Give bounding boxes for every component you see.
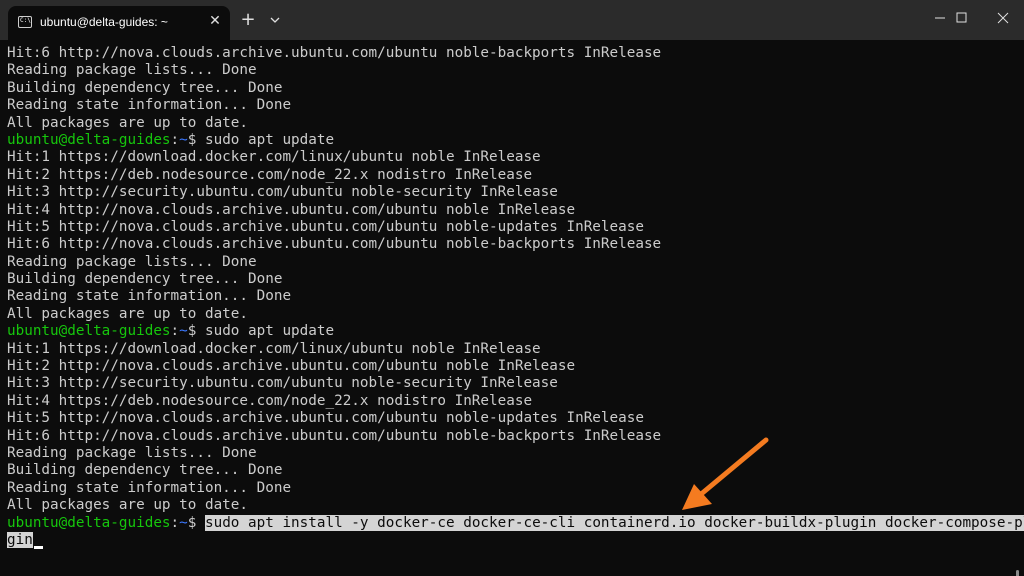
terminal-output[interactable]: Hit:6 http://nova.clouds.archive.ubuntu.…	[0, 40, 1024, 576]
output-line: Reading package lists... Done	[7, 444, 257, 461]
command-line: ubuntu@delta-guides:~$ sudo apt update	[7, 323, 1024, 340]
prompt-separator: :	[170, 131, 180, 148]
chevron-down-icon[interactable]	[266, 10, 284, 30]
output-line: Building dependency tree... Done	[7, 271, 283, 288]
tab-ubuntu[interactable]: C:\ ubuntu@delta-guides: ~ ✕	[8, 6, 230, 40]
terminal-window: C:\ ubuntu@delta-guides: ~ ✕ + Hit:6 htt…	[0, 0, 1024, 576]
output-line: Hit:1 https://download.docker.com/linux/…	[7, 340, 541, 357]
plus-icon[interactable]: +	[238, 10, 258, 30]
output-line: Reading state information... Done	[7, 288, 292, 305]
output-line: Hit:4 http://nova.clouds.archive.ubuntu.…	[7, 201, 576, 218]
output-line: Hit:5 http://nova.clouds.archive.ubuntu.…	[7, 410, 644, 427]
output-line: Hit:6 http://nova.clouds.archive.ubuntu.…	[7, 236, 662, 253]
prompt-symbol: $	[187, 514, 205, 531]
output-line: Building dependency tree... Done	[7, 79, 283, 96]
prompt-user-host: ubuntu@delta-guides	[7, 323, 171, 340]
maximize-icon[interactable]	[939, 0, 985, 36]
scrollbar[interactable]	[1016, 570, 1019, 576]
prompt-user-host: ubuntu@delta-guides	[7, 131, 171, 148]
output-line: All packages are up to date.	[7, 114, 249, 131]
output-line: Reading state information... Done	[7, 479, 292, 496]
output-line: Hit:5 http://nova.clouds.archive.ubuntu.…	[7, 218, 644, 235]
output-line: Hit:2 http://nova.clouds.archive.ubuntu.…	[7, 358, 576, 375]
prompt-user-host: ubuntu@delta-guides	[7, 514, 171, 531]
output-line: Hit:3 http://security.ubuntu.com/ubuntu …	[7, 375, 558, 392]
prompt-path: ~	[179, 131, 188, 148]
tab-title: ubuntu@delta-guides: ~	[40, 15, 168, 29]
current-command-continuation: gin	[7, 531, 1024, 550]
current-command-line: ubuntu@delta-guides:~$ sudo apt install …	[7, 514, 1024, 532]
output-line: All packages are up to date.	[7, 497, 249, 514]
output-line: All packages are up to date.	[7, 305, 249, 322]
selected-command-text-wrap[interactable]: gin	[7, 531, 33, 548]
output-line: Reading package lists... Done	[7, 62, 257, 79]
output-line: Hit:1 https://download.docker.com/linux/…	[7, 149, 541, 166]
output-line: Building dependency tree... Done	[7, 462, 283, 479]
output-line: Hit:6 http://nova.clouds.archive.ubuntu.…	[7, 427, 662, 444]
terminal-icon: C:\	[18, 16, 32, 28]
prompt-separator: :	[170, 323, 180, 340]
command-line: ubuntu@delta-guides:~$ sudo apt update	[7, 132, 1024, 149]
close-icon[interactable]	[980, 0, 1024, 36]
output-line: Reading package lists... Done	[7, 253, 257, 270]
annotation-arrow-icon	[682, 437, 769, 510]
prompt-symbol: $	[187, 323, 205, 340]
prompt-symbol: $	[187, 131, 205, 148]
terminal-text: Hit:6 http://nova.clouds.archive.ubuntu.…	[7, 45, 1024, 550]
command-text: sudo apt update	[204, 323, 335, 340]
output-line: Reading state information... Done	[7, 97, 292, 114]
prompt-path: ~	[179, 323, 188, 340]
output-line: Hit:4 https://deb.nodesource.com/node_22…	[7, 392, 533, 409]
output-line: Hit:3 http://security.ubuntu.com/ubuntu …	[7, 184, 558, 201]
terminal-icon-text: C:\	[20, 17, 31, 24]
text-cursor	[33, 546, 43, 550]
output-line: Hit:2 https://deb.nodesource.com/node_22…	[7, 166, 533, 183]
command-text: sudo apt update	[204, 131, 335, 148]
title-bar: C:\ ubuntu@delta-guides: ~ ✕ +	[0, 0, 1024, 40]
prompt-path: ~	[179, 514, 188, 531]
selected-command-text[interactable]: sudo apt install -y docker-ce docker-ce-…	[204, 514, 1024, 531]
close-icon[interactable]: ✕	[206, 12, 224, 30]
prompt-separator: :	[170, 514, 180, 531]
output-line: Hit:6 http://nova.clouds.archive.ubuntu.…	[7, 45, 662, 61]
